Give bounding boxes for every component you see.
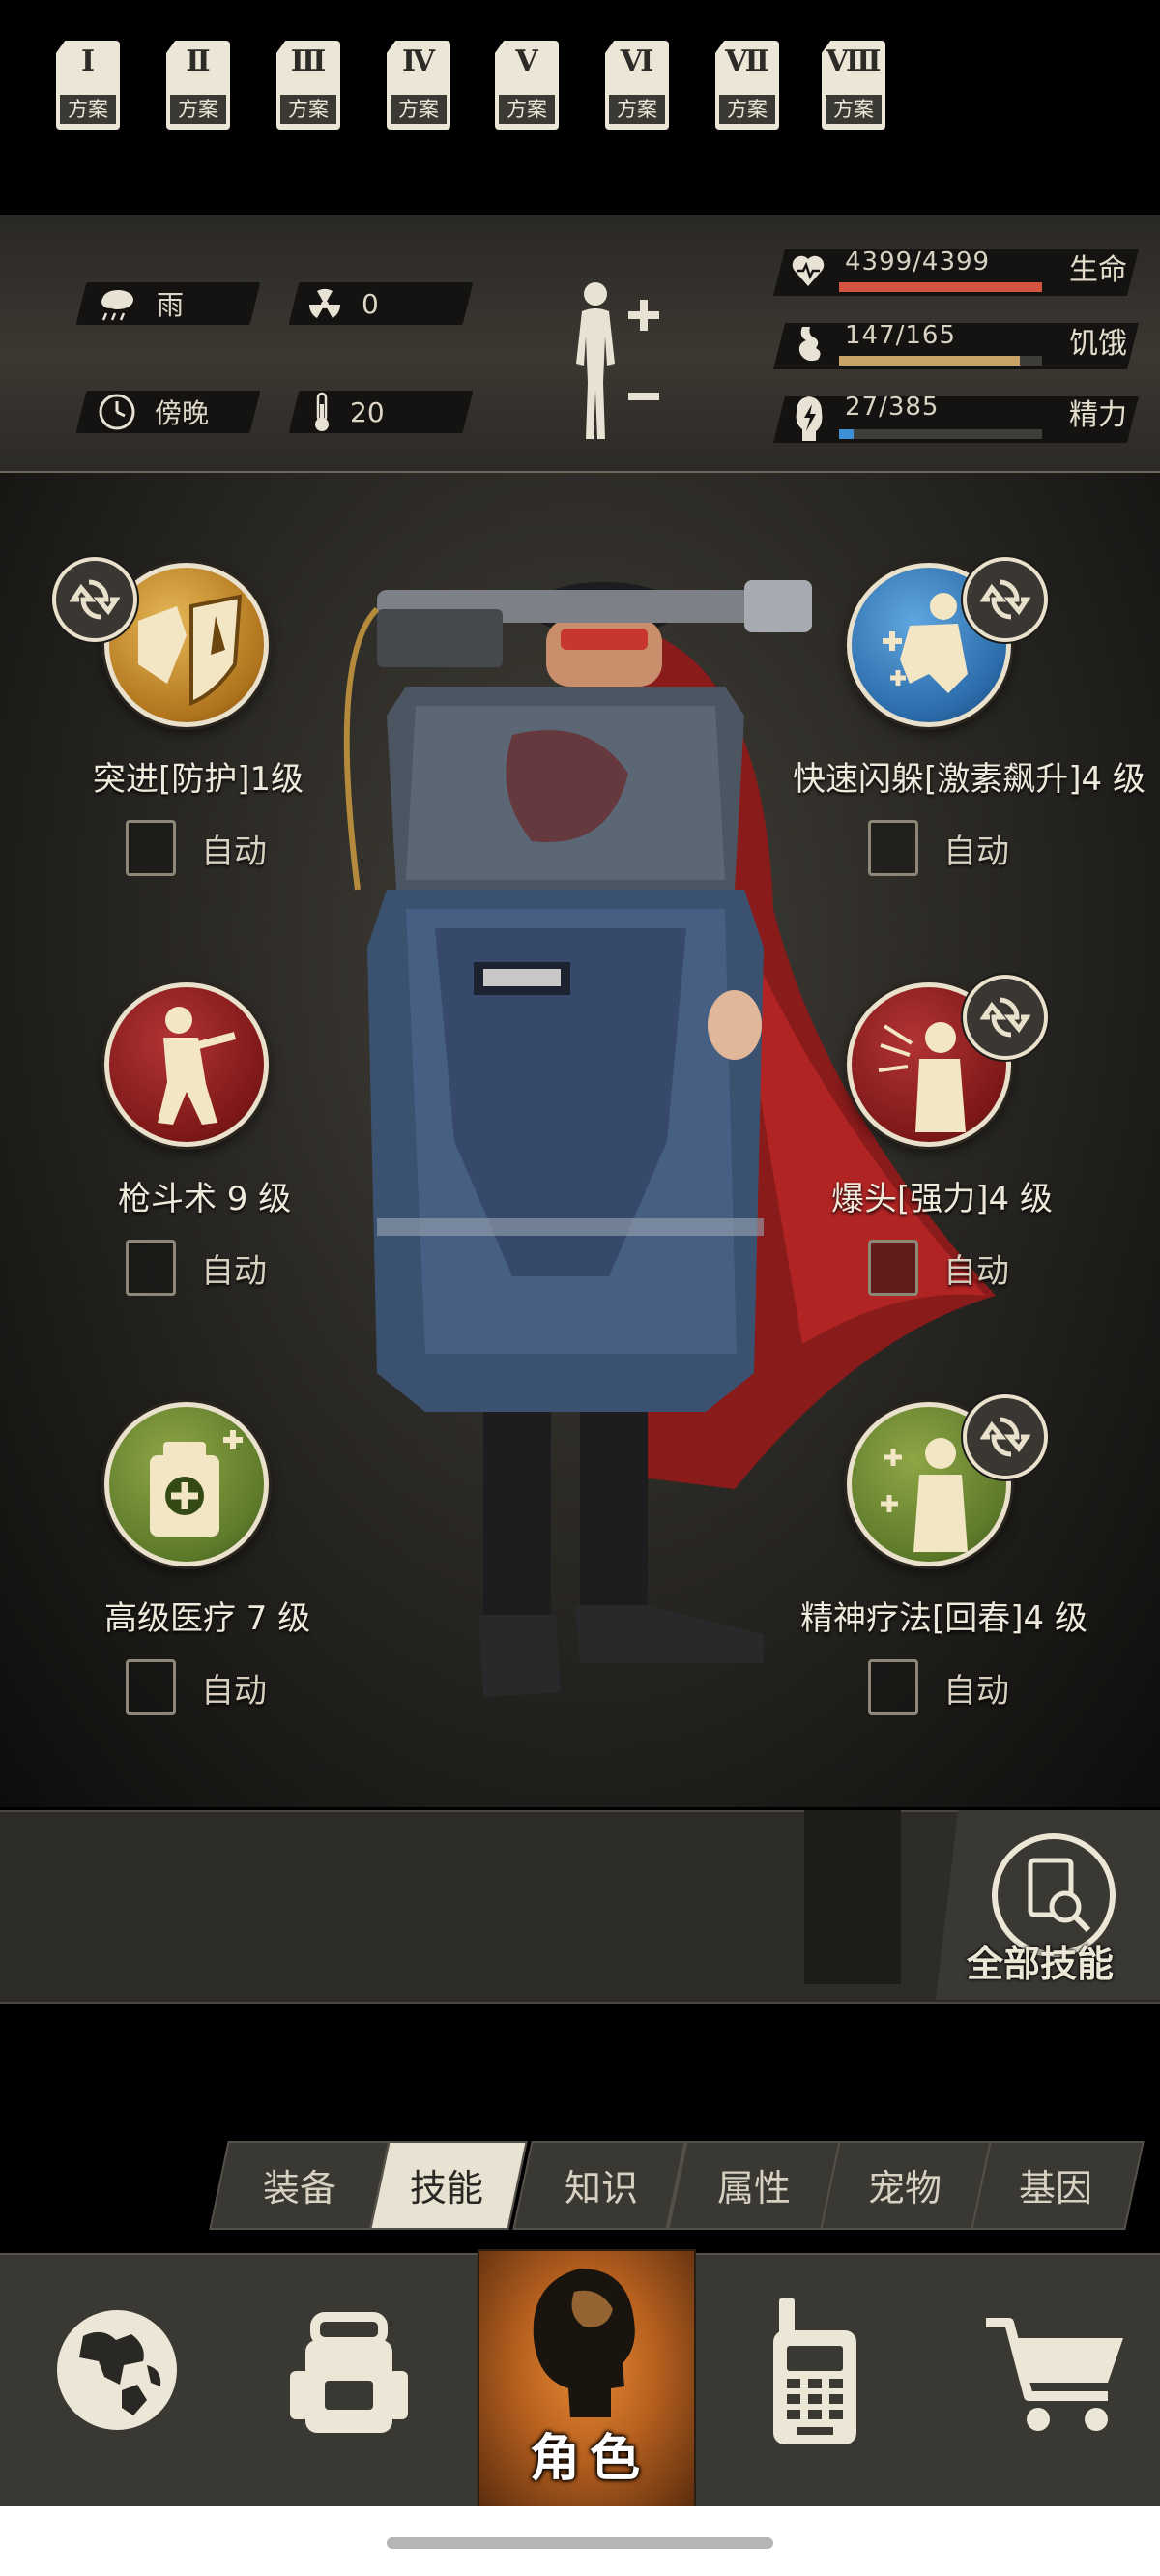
nav-inventory[interactable] [286, 2311, 412, 2437]
auto-label-4: 自动 [943, 1251, 1009, 1291]
tab-equipment-label: 装备 [263, 2167, 337, 2210]
clock-icon [99, 394, 135, 430]
swap-icon [70, 579, 120, 620]
skill-name-1: 突进[防护]1级 [93, 760, 304, 799]
plan-4[interactable]: Ⅳ 方案 [387, 41, 450, 130]
auto-checkbox-4[interactable] [868, 1240, 918, 1296]
plan-7[interactable]: Ⅶ 方案 [715, 41, 779, 130]
medical-kit-icon [150, 1430, 243, 1537]
auto-label-5: 自动 [201, 1671, 267, 1711]
swap-icon [980, 579, 1030, 620]
brain-energy-icon [796, 396, 823, 441]
energy-bar [839, 429, 1042, 439]
globe-icon [57, 2310, 177, 2430]
character-head-icon [533, 2269, 635, 2417]
skill-name-4: 爆头[强力]4 级 [831, 1180, 1053, 1218]
tab-knowledge-label: 知识 [565, 2167, 639, 2210]
auto-checkbox-5[interactable] [126, 1659, 176, 1715]
body-status-button[interactable] [559, 277, 675, 441]
plan-2[interactable]: Ⅱ 方案 [166, 41, 230, 130]
auto-label-6: 自动 [943, 1671, 1009, 1711]
plan-selected-highlight [804, 1810, 901, 1984]
walkie-talkie-icon [773, 2298, 856, 2444]
swap-badge-6[interactable] [963, 1394, 1048, 1479]
swap-badge-4[interactable] [963, 975, 1048, 1060]
auto-label-3: 自动 [201, 1251, 267, 1291]
plan-6[interactable]: Ⅵ 方案 [605, 41, 669, 130]
swap-icon [980, 997, 1030, 1038]
backpack-icon [290, 2312, 408, 2433]
hunger-bar [839, 356, 1042, 366]
swap-badge-1[interactable] [52, 557, 137, 642]
energy-label: 精力 [1069, 398, 1127, 432]
rain-cloud-icon [102, 290, 133, 321]
swap-badge-2[interactable] [963, 557, 1048, 642]
nav-role-label: 角色 [530, 2430, 651, 2488]
shopping-cart-icon [986, 2318, 1123, 2431]
swap-icon [980, 1417, 1030, 1457]
auto-checkbox-3[interactable] [126, 1240, 176, 1296]
skill-name-3: 枪斗术 9 级 [118, 1180, 292, 1218]
skill-icon-3[interactable] [104, 982, 269, 1147]
tab-pets-label: 宠物 [868, 2167, 942, 2210]
health-label: 生命 [1069, 253, 1127, 287]
tab-skills-label: 技能 [410, 2167, 484, 2210]
hunger-bar-fill [839, 356, 1020, 366]
tab-attributes-label: 属性 [717, 2167, 792, 2210]
time-of-day-text: 傍晚 [155, 397, 210, 429]
plan-1[interactable]: Ⅰ 方案 [56, 41, 120, 130]
radiation-icon [308, 288, 341, 318]
plan-5[interactable]: Ⅴ 方案 [495, 41, 559, 130]
auto-label-1: 自动 [201, 832, 267, 871]
nav-shop[interactable] [982, 2313, 1127, 2439]
home-indicator[interactable] [387, 2537, 773, 2549]
skill-name-6: 精神疗法[回春]4 级 [800, 1599, 1088, 1638]
nav-radio[interactable] [762, 2294, 868, 2448]
thermometer-icon [315, 392, 329, 431]
all-skills-label: 全部技能 [967, 1943, 1115, 1985]
hunger-text: 147/165 [845, 321, 957, 350]
health-bar-fill [839, 282, 1042, 292]
skill-name-2: 快速闪躲[激素飙升]4 级 [793, 760, 1146, 799]
auto-checkbox-2[interactable] [868, 820, 918, 876]
skill-name-5: 高级医疗 7 级 [104, 1599, 311, 1638]
health-text: 4399/4399 [845, 248, 991, 277]
auto-checkbox-1[interactable] [126, 820, 176, 876]
plan-8[interactable]: Ⅷ 方案 [822, 41, 885, 130]
gun-fu-icon [158, 1007, 237, 1125]
energy-text: 27/385 [845, 393, 940, 422]
radiation-value: 0 [362, 287, 379, 320]
human-figure-icon [576, 282, 659, 439]
auto-label-2: 自动 [943, 832, 1009, 871]
hunger-label: 饥饿 [1069, 327, 1127, 361]
plan-3[interactable]: Ⅲ 方案 [276, 41, 340, 130]
skill-icon-5[interactable] [104, 1402, 269, 1566]
stomach-icon [798, 327, 821, 362]
auto-checkbox-6[interactable] [868, 1659, 918, 1715]
heart-icon [792, 255, 825, 286]
tab-genes-label: 基因 [1019, 2167, 1093, 2210]
health-bar [839, 282, 1042, 292]
nav-world-map[interactable] [54, 2307, 180, 2433]
temperature-value: 20 [350, 395, 385, 428]
weather-text: 雨 [157, 289, 185, 321]
energy-bar-fill [839, 429, 854, 439]
